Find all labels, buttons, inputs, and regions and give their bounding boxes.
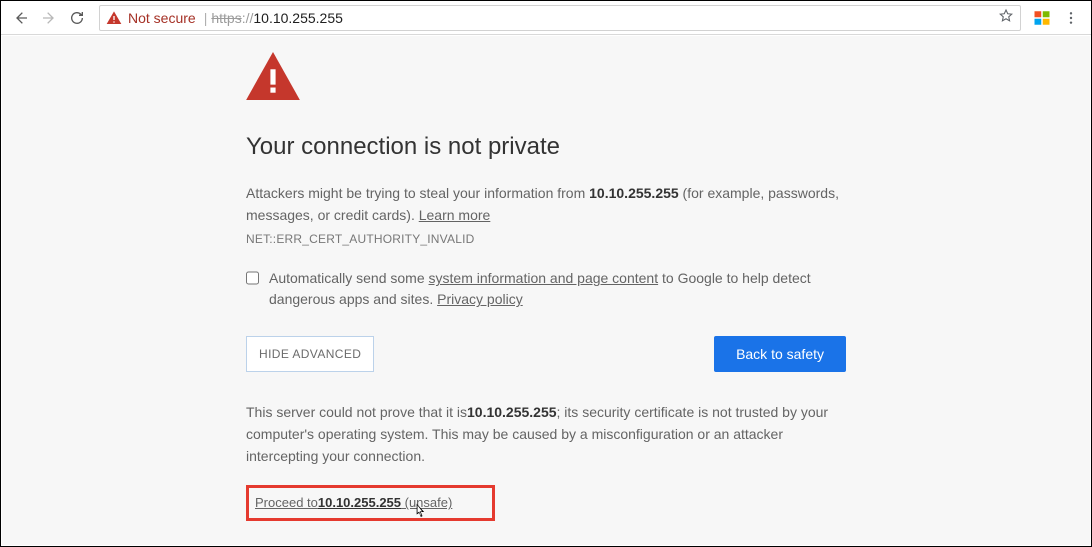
star-icon bbox=[998, 8, 1014, 24]
interstitial: Your connection is not private Attackers… bbox=[246, 36, 846, 521]
back-to-safety-button[interactable]: Back to safety bbox=[714, 336, 846, 372]
warning-text-a: Attackers might be trying to steal your … bbox=[246, 185, 589, 201]
warning-triangle-icon bbox=[106, 10, 122, 26]
browser-window: Not secure | https://10.10.255.255 Your … bbox=[0, 0, 1092, 547]
address-bar[interactable]: Not secure | https://10.10.255.255 bbox=[99, 5, 1021, 31]
warning-paragraph: Attackers might be trying to steal your … bbox=[246, 183, 846, 226]
separator: | bbox=[204, 10, 208, 26]
bookmark-button[interactable] bbox=[998, 8, 1014, 27]
page-content: Your connection is not private Attackers… bbox=[2, 36, 1090, 545]
error-code: NET::ERR_CERT_AUTHORITY_INVALID bbox=[246, 232, 846, 246]
forward-button[interactable] bbox=[35, 4, 63, 32]
warning-host: 10.10.255.255 bbox=[589, 185, 679, 201]
opt-in-checkbox[interactable] bbox=[246, 270, 259, 286]
arrow-right-icon bbox=[41, 10, 57, 26]
warning-hero-icon bbox=[246, 52, 846, 105]
menu-button[interactable] bbox=[1057, 4, 1085, 32]
reload-icon bbox=[69, 10, 85, 26]
url-separator: :// bbox=[242, 10, 254, 26]
windows-icon[interactable] bbox=[1031, 7, 1053, 29]
opt-text-a: Automatically send some bbox=[269, 270, 429, 286]
browser-toolbar: Not secure | https://10.10.255.255 bbox=[1, 1, 1091, 35]
opt-in-row: Automatically send some system informati… bbox=[246, 268, 846, 310]
learn-more-link[interactable]: Learn more bbox=[419, 207, 491, 223]
reload-button[interactable] bbox=[63, 4, 91, 32]
url-host: 10.10.255.255 bbox=[253, 10, 343, 26]
adv-text-a: This server could not prove that it is bbox=[246, 404, 467, 420]
url-scheme: https bbox=[211, 10, 241, 26]
hide-advanced-button[interactable]: HIDE ADVANCED bbox=[246, 336, 374, 372]
adv-host: 10.10.255.255 bbox=[467, 404, 557, 420]
privacy-policy-link[interactable]: Privacy policy bbox=[437, 291, 523, 307]
proceed-text-b: (unsafe) bbox=[401, 495, 452, 510]
page-title: Your connection is not private bbox=[246, 133, 846, 161]
opt-in-text: Automatically send some system informati… bbox=[269, 268, 846, 310]
advanced-explanation: This server could not prove that it is10… bbox=[246, 402, 846, 467]
back-button[interactable] bbox=[7, 4, 35, 32]
proceed-link[interactable]: Proceed to10.10.255.255 (unsafe) bbox=[255, 495, 452, 510]
security-label: Not secure bbox=[128, 10, 196, 26]
arrow-left-icon bbox=[13, 10, 29, 26]
proceed-text-a: Proceed to bbox=[255, 495, 318, 510]
proceed-highlight: Proceed to10.10.255.255 (unsafe) bbox=[246, 485, 495, 521]
dots-vertical-icon bbox=[1063, 10, 1079, 26]
proceed-host: 10.10.255.255 bbox=[318, 495, 401, 510]
button-row: HIDE ADVANCED Back to safety bbox=[246, 336, 846, 372]
system-info-link[interactable]: system information and page content bbox=[429, 270, 659, 286]
